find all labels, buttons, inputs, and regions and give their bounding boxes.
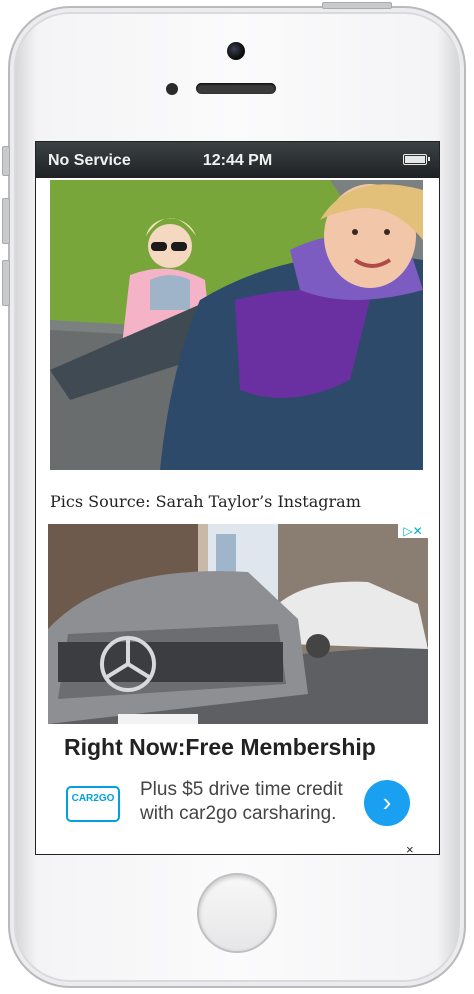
mute-switch <box>2 146 10 176</box>
volume-down-button <box>2 260 10 306</box>
earpiece-speaker <box>196 83 276 94</box>
ad-headline[interactable]: Right Now:Free Membership <box>64 734 376 761</box>
adchoices-icon[interactable]: ▷✕ <box>398 524 428 538</box>
chevron-right-icon[interactable]: › <box>364 780 410 826</box>
power-button <box>322 2 392 9</box>
front-camera <box>227 42 245 60</box>
proximity-sensor <box>166 83 178 95</box>
clock: 12:44 PM <box>202 152 273 169</box>
battery-icon <box>403 154 430 165</box>
car2go-logo[interactable]: CAR2GO <box>66 786 120 822</box>
volume-up-button <box>2 198 10 244</box>
home-button[interactable] <box>197 873 277 953</box>
ad-image[interactable]: ▷✕ <box>48 524 428 724</box>
close-icon[interactable]: × <box>406 842 414 854</box>
status-bar: No Service 12:44 PM <box>36 142 439 178</box>
article-photo[interactable] <box>50 180 423 470</box>
advertisement[interactable]: ▷✕ Right Now:Free Membership CAR2GO Plus… <box>48 524 428 842</box>
photo-caption: Pics Source: Sarah Taylor’s Instagram <box>50 492 361 511</box>
ad-body-text[interactable]: Plus $5 drive time credit with car2go ca… <box>140 778 360 826</box>
screen: No Service 12:44 PM Pics Source: Sarah T… <box>35 141 440 855</box>
